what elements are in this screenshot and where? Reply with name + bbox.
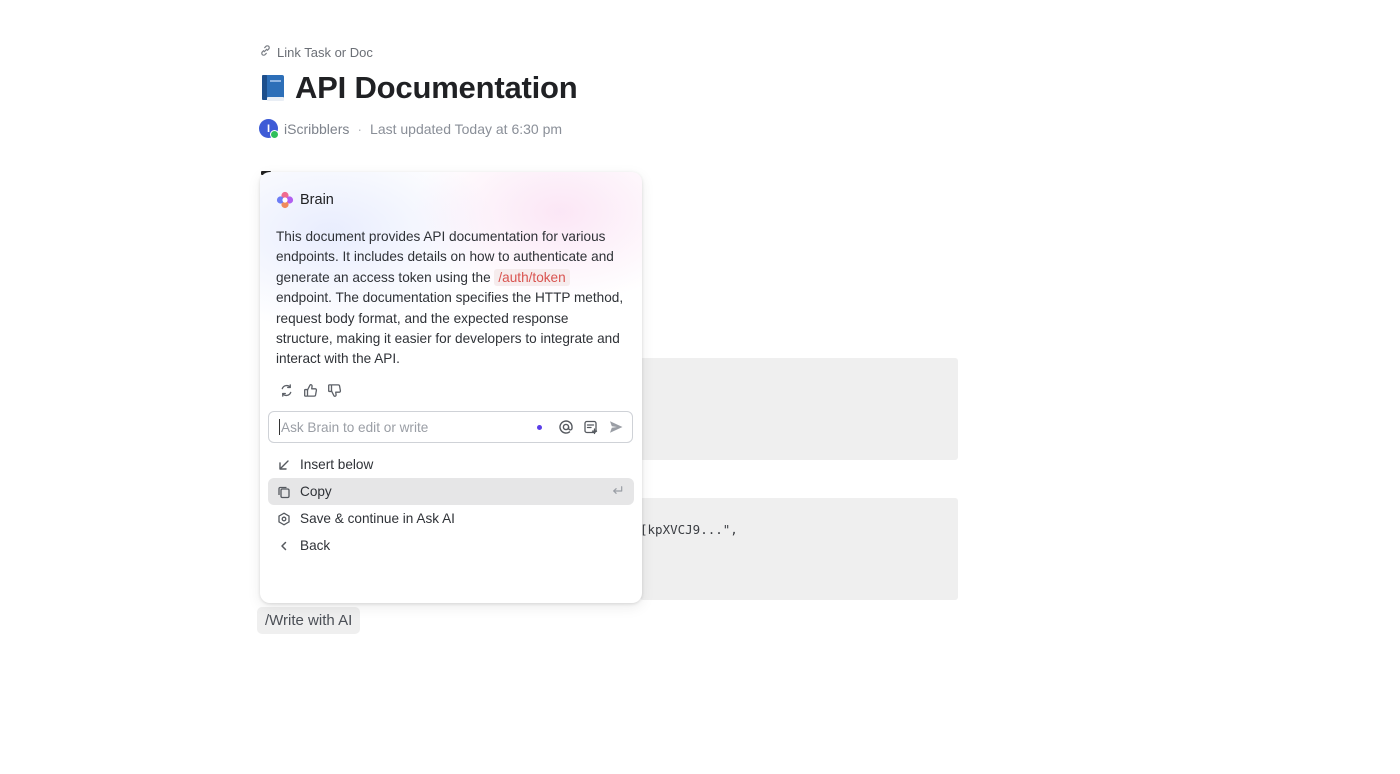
menu-item-insert-below[interactable]: Insert below	[268, 451, 634, 478]
ai-action-menu: Insert below Copy Save & continue in Ask…	[268, 451, 634, 559]
summary-text-part: endpoint. The documentation specifies th…	[276, 290, 624, 367]
page-title-text: API Documentation	[295, 70, 578, 105]
code-block[interactable]	[640, 358, 958, 460]
ai-summary-text: This document provides API documentation…	[276, 227, 626, 370]
link-icon	[259, 44, 272, 60]
ask-tools	[537, 419, 624, 435]
menu-item-save-continue-ask-ai[interactable]: Save & continue in Ask AI	[268, 505, 634, 532]
input-caret	[279, 419, 280, 435]
brain-header: Brain	[276, 191, 334, 209]
thumbs-up-icon[interactable]	[303, 383, 318, 398]
online-status-indicator	[270, 130, 279, 139]
insert-below-icon	[277, 458, 291, 472]
inline-code: /auth/token	[494, 268, 570, 286]
code-snippet-text: [kpXVCJ9...",	[640, 522, 738, 537]
regenerate-icon[interactable]	[279, 383, 294, 398]
enter-key-icon	[611, 484, 624, 497]
mention-icon[interactable]	[558, 419, 574, 435]
menu-item-back[interactable]: Back	[268, 532, 634, 559]
blue-book-icon	[259, 73, 287, 103]
link-task-label: Link Task or Doc	[277, 44, 373, 60]
attach-doc-icon[interactable]	[583, 419, 599, 435]
feedback-actions	[279, 383, 342, 398]
menu-item-label: Back	[300, 538, 331, 553]
document-page: Link Task or Doc API Documentation I iSc…	[0, 0, 1400, 774]
menu-item-copy[interactable]: Copy	[268, 478, 634, 505]
brain-label: Brain	[300, 192, 334, 208]
copy-icon	[277, 485, 291, 499]
brain-logo-icon	[276, 191, 294, 209]
menu-item-label: Save & continue in Ask AI	[300, 511, 455, 526]
send-icon[interactable]	[608, 419, 624, 435]
ai-save-icon	[277, 511, 291, 526]
avatar[interactable]: I	[259, 119, 279, 139]
ask-brain-input-box[interactable]	[268, 411, 633, 443]
code-block[interactable]	[640, 498, 958, 600]
author-name[interactable]: iScribblers	[284, 121, 349, 137]
page-title[interactable]: API Documentation	[259, 70, 578, 106]
write-with-ai-chip[interactable]: /Write with AI	[257, 607, 361, 634]
chevron-left-icon	[277, 539, 291, 553]
brain-ai-panel: Brain This document provides API documen…	[260, 172, 642, 603]
menu-item-label: Insert below	[300, 457, 374, 472]
ask-brain-input[interactable]	[281, 419, 521, 435]
doc-meta: I iScribblers · Last updated Today at 6:…	[259, 119, 563, 139]
thumbs-down-icon[interactable]	[327, 383, 342, 398]
meta-separator: ·	[357, 120, 363, 137]
link-task-or-doc-button[interactable]: Link Task or Doc	[259, 44, 373, 60]
last-updated: Last updated Today at 6:30 pm	[370, 120, 563, 137]
ai-model-indicator[interactable]	[537, 424, 542, 430]
menu-item-label: Copy	[300, 484, 332, 499]
